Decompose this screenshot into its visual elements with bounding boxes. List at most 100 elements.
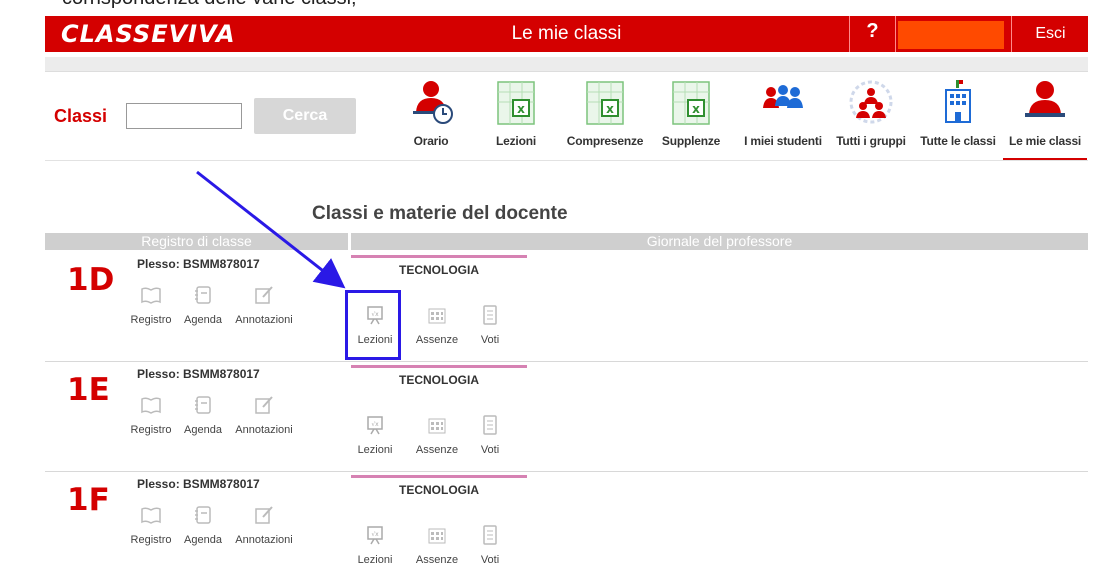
tool-label: Lezioni (496, 134, 536, 148)
calendar-icon (426, 304, 448, 326)
agenda-button[interactable]: Agenda (178, 394, 228, 436)
subject-divider (351, 365, 527, 368)
agenda-button[interactable]: Agenda (178, 284, 228, 326)
registro-label: Registro (130, 314, 172, 326)
tool-lezioni[interactable]: x Lezioni (490, 78, 542, 158)
registro-button[interactable]: Registro (130, 394, 172, 436)
lessons-sheet-icon: x (492, 78, 540, 126)
book-icon (140, 504, 162, 526)
board-icon: √x (364, 414, 386, 436)
class-name[interactable]: 1F (67, 482, 110, 518)
svg-text:x: x (517, 102, 525, 116)
tool-mie-classi[interactable]: Le mie classi (1003, 78, 1087, 161)
class-name[interactable]: 1D (67, 262, 114, 298)
lezioni-button[interactable]: √x Lezioni (355, 524, 395, 566)
registro-button[interactable]: Registro (130, 284, 172, 326)
class-search-input[interactable] (126, 103, 242, 129)
calendar-icon (426, 414, 448, 436)
sub-bar (45, 57, 1088, 72)
tool-compresenze[interactable]: x Compresenze (565, 78, 645, 158)
subject-divider (351, 475, 527, 478)
tool-label: Supplenze (661, 134, 721, 148)
tool-orario[interactable]: Orario (400, 78, 462, 158)
voti-label: Voti (480, 334, 500, 346)
note-icon (253, 284, 275, 306)
tool-miei-studenti[interactable]: I miei studenti (740, 78, 826, 158)
class-name[interactable]: 1E (67, 372, 110, 408)
svg-text:x: x (692, 102, 700, 116)
agenda-label: Agenda (184, 314, 222, 326)
tool-label: Tutti i gruppi (836, 134, 906, 148)
column-header-registro: Registro di classe (45, 233, 348, 250)
registro-button[interactable]: Registro (130, 504, 172, 546)
substitution-sheet-icon: x (667, 78, 715, 126)
logout-button[interactable]: Esci (1011, 16, 1089, 52)
book-icon (140, 284, 162, 306)
annotazioni-label: Annotazioni (235, 314, 293, 326)
annotazioni-button[interactable]: Annotazioni (230, 394, 298, 436)
subject-divider (351, 255, 527, 258)
column-header-giornale: Giornale del professore (351, 233, 1088, 250)
search-button[interactable]: Cerca (254, 98, 356, 134)
grades-icon (479, 414, 501, 436)
assenze-label: Assenze (415, 554, 459, 566)
svg-text:x: x (606, 102, 614, 116)
annotazioni-button[interactable]: Annotazioni (230, 504, 298, 546)
voti-button[interactable]: Voti (477, 304, 503, 346)
svg-text:√x: √x (371, 531, 379, 538)
tool-label: Compresenze (566, 134, 644, 148)
calendar-icon (426, 524, 448, 546)
subject-label: TECNOLOGIA (399, 263, 479, 277)
plesso-label: Plesso: BSMM878017 (137, 257, 260, 271)
voti-label: Voti (480, 554, 500, 566)
tool-supplenze[interactable]: x Supplenze (660, 78, 722, 158)
agenda-label: Agenda (184, 534, 222, 546)
tool-label: Orario (413, 134, 449, 148)
schedule-icon (407, 78, 455, 126)
user-name-redacted[interactable] (898, 21, 1004, 49)
subject-label: TECNOLOGIA (399, 483, 479, 497)
assenze-label: Assenze (415, 444, 459, 456)
help-button[interactable]: ? (849, 16, 896, 52)
tool-label: Le mie classi (1008, 134, 1082, 148)
lezioni-button[interactable]: √x Lezioni (355, 414, 395, 456)
groups-icon (847, 78, 895, 126)
board-icon: √x (364, 524, 386, 546)
note-icon (253, 504, 275, 526)
note-icon (253, 394, 275, 416)
annotazioni-button[interactable]: Annotazioni (230, 284, 298, 326)
school-icon (934, 78, 982, 126)
assenze-button[interactable]: Assenze (414, 414, 460, 456)
voti-button[interactable]: Voti (477, 524, 503, 566)
caption-text: corrispondenza delle varie classi; (62, 0, 357, 10)
assenze-button[interactable]: Assenze (414, 304, 460, 346)
assenze-button[interactable]: Assenze (414, 524, 460, 566)
teacher-icon (1021, 78, 1069, 126)
students-icon (759, 78, 807, 126)
tool-tutti-gruppi[interactable]: Tutti i gruppi (833, 78, 909, 158)
registro-label: Registro (130, 424, 172, 436)
grades-icon (479, 524, 501, 546)
annotazioni-label: Annotazioni (235, 424, 293, 436)
registro-label: Registro (130, 534, 172, 546)
copresence-sheet-icon: x (581, 78, 629, 126)
tool-label: I miei studenti (744, 134, 822, 148)
assenze-label: Assenze (415, 334, 459, 346)
agenda-button[interactable]: Agenda (178, 504, 228, 546)
voti-button[interactable]: Voti (477, 414, 503, 456)
plesso-label: Plesso: BSMM878017 (137, 367, 260, 381)
agenda-label: Agenda (184, 424, 222, 436)
highlight-box (345, 290, 401, 360)
annotazioni-label: Annotazioni (235, 534, 293, 546)
section-heading: Classi e materie del docente (312, 203, 568, 224)
agenda-icon (192, 504, 214, 526)
agenda-icon (192, 394, 214, 416)
book-icon (140, 394, 162, 416)
subject-label: TECNOLOGIA (399, 373, 479, 387)
agenda-icon (192, 284, 214, 306)
tool-tutte-classi[interactable]: Tutte le classi (917, 78, 999, 158)
top-bar: CLASSEVIVA Le mie classi ? Esci (45, 16, 1088, 52)
tool-label: Tutte le classi (920, 134, 996, 148)
grades-icon (479, 304, 501, 326)
svg-text:√x: √x (371, 421, 379, 428)
